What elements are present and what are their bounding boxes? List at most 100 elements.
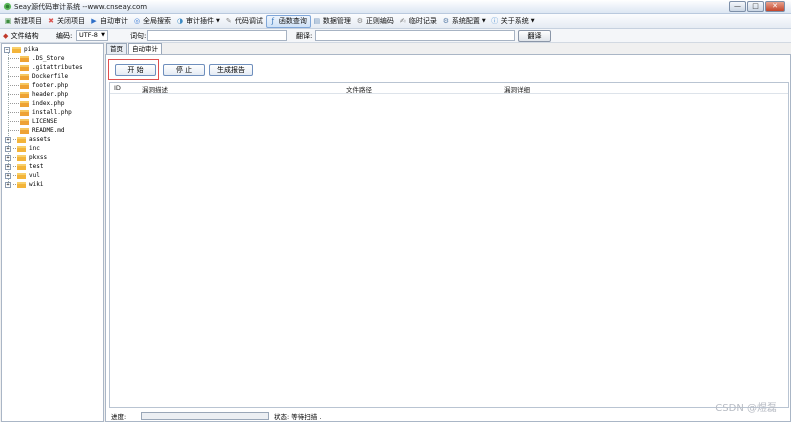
window-title: Seay源代码审计系统 --www.cnseay.com <box>14 3 148 11</box>
column-header-description[interactable]: 漏洞描述 <box>142 84 168 94</box>
menu-item-1[interactable]: ✖ 关闭项目 <box>45 15 88 28</box>
menu-icon: ▣ <box>4 17 12 25</box>
tree-folder[interactable]: + test <box>5 162 44 171</box>
menu-item-6[interactable]: ƒ 函数查询 <box>265 14 311 28</box>
results-table[interactable]: ID 漏洞描述 文件路径 漏洞详细 <box>109 82 789 408</box>
menu-item-5[interactable]: ✎ 代码调试 <box>223 15 266 28</box>
file-icon <box>20 100 29 107</box>
secondary-toolbar: ◆ 文件结构 编码: UTF-8 ▼ 词句: 翻译: 翻译 <box>0 29 791 43</box>
menu-icon: ✍ <box>399 17 406 25</box>
status-text: 状态: 等待扫描 . <box>274 413 322 421</box>
chevron-down-icon: ▼ <box>101 32 105 38</box>
tree-file[interactable]: Dockerfile <box>8 72 68 81</box>
menu-icon: ✖ <box>48 17 54 25</box>
app-icon <box>3 2 12 11</box>
close-window-button[interactable]: ✕ <box>765 1 785 12</box>
collapse-icon[interactable]: − <box>4 46 10 53</box>
start-button[interactable]: 开 始 <box>115 64 156 76</box>
column-header-detail[interactable]: 漏洞详细 <box>504 84 530 94</box>
menu-label: 关于系统 <box>500 17 529 25</box>
encoding-label: 编码: <box>56 32 73 40</box>
menu-item-9[interactable]: ✍ 临时记录 <box>397 15 440 28</box>
tree-file[interactable]: footer.php <box>8 81 68 90</box>
column-header-filepath[interactable]: 文件路径 <box>346 84 372 94</box>
tree-folder[interactable]: + vul <box>5 171 40 180</box>
tree-root[interactable]: − pika <box>4 45 38 54</box>
tree-file[interactable]: header.php <box>8 90 68 99</box>
tree-label: vul <box>29 172 40 179</box>
expand-icon[interactable]: + <box>5 181 11 188</box>
word-input[interactable] <box>147 30 287 41</box>
tree-label: Dockerfile <box>32 73 69 80</box>
file-icon <box>20 64 29 71</box>
expand-icon[interactable]: + <box>5 172 11 179</box>
tree-label: pika <box>24 46 39 53</box>
tree-folder[interactable]: + inc <box>5 144 40 153</box>
progress-label: 进度: <box>111 413 127 421</box>
menu-item-2[interactable]: ▶ 自动审计 <box>88 15 131 28</box>
file-icon <box>20 127 29 134</box>
folder-icon <box>17 172 26 179</box>
menu-label: 临时记录 <box>408 17 437 25</box>
file-icon <box>20 73 29 80</box>
tree-folder[interactable]: + assets <box>5 135 51 144</box>
table-header: ID 漏洞描述 文件路径 漏洞详细 <box>110 83 788 94</box>
minimize-button[interactable]: — <box>729 1 746 12</box>
tree-label: assets <box>29 136 51 143</box>
tree-file[interactable]: .DS_Store <box>8 54 65 63</box>
tree-file[interactable]: install.php <box>8 108 72 117</box>
folder-icon <box>17 163 26 170</box>
tree-file[interactable]: .gitattributes <box>8 63 83 72</box>
menu-icon: ▶ <box>91 17 97 25</box>
menu-label: 正则编码 <box>365 17 394 25</box>
menu-label: 全局搜索 <box>143 17 171 25</box>
file-tree: − pika .DS_Store .gitattributes Dockerfile fo… <box>1 43 104 422</box>
menu-item-11[interactable]: ⓘ 关于系统 ▼ <box>489 15 538 28</box>
tree-label: .gitattributes <box>32 64 83 71</box>
tree-label: pkxss <box>29 154 48 161</box>
encoding-select[interactable]: UTF-8 ▼ <box>76 30 108 41</box>
tree-file[interactable]: index.php <box>8 99 65 108</box>
tree-label: .DS_Store <box>32 55 65 62</box>
file-icon <box>20 91 29 98</box>
tab-0[interactable]: 首页 <box>106 43 127 54</box>
expand-icon[interactable]: + <box>5 145 11 152</box>
menu-item-10[interactable]: ⚙ 系统配置 ▼ <box>440 15 489 28</box>
tab-bar: 首页 自动审计 <box>106 43 163 55</box>
tree-label: test <box>29 163 44 170</box>
tree-folder[interactable]: + pkxss <box>5 153 48 162</box>
translate-button[interactable]: 翻译 <box>518 30 551 42</box>
tree-folder[interactable]: + wiki <box>5 180 43 189</box>
chevron-down-icon: ▼ <box>530 18 535 24</box>
tree-file[interactable]: LICENSE <box>8 117 57 126</box>
menu-icon: ƒ <box>271 17 275 25</box>
maximize-button[interactable]: □ <box>747 1 764 12</box>
expand-icon[interactable]: + <box>5 163 11 170</box>
menu-item-7[interactable]: ▤ 数据管理 <box>311 15 354 28</box>
generate-report-button[interactable]: 生成报告 <box>209 64 253 76</box>
column-header-id[interactable]: ID <box>114 84 121 92</box>
status-bar: 进度: 状态: 等待扫描 . <box>109 411 789 421</box>
menu-icon: ⚙ <box>442 17 449 25</box>
tree-label: index.php <box>32 100 65 107</box>
expand-icon[interactable]: + <box>5 136 11 143</box>
tree-file[interactable]: README.md <box>8 126 65 135</box>
menu-label: 函数查询 <box>278 17 307 25</box>
file-structure-label: ◆ 文件结构 <box>3 32 39 40</box>
menu-label: 自动审计 <box>100 17 128 25</box>
chevron-down-icon: ▼ <box>216 18 220 24</box>
folder-icon <box>17 136 26 143</box>
menu-item-0[interactable]: ▣ 新建项目 <box>2 15 45 28</box>
menu-item-4[interactable]: ◑ 审计插件 ▼ <box>174 15 223 28</box>
translate-input[interactable] <box>315 30 515 41</box>
word-label: 词句: <box>130 32 147 40</box>
menu-label: 审计插件 <box>186 17 214 25</box>
menu-item-8[interactable]: ⚙ 正则编码 <box>354 15 397 28</box>
menu-item-3[interactable]: ◎ 全局搜索 <box>131 15 174 28</box>
stop-button[interactable]: 停 止 <box>163 64 205 76</box>
main-toolbar: ▣ 新建项目 ✖ 关闭项目 ▶ 自动审计 ◎ 全局搜索 ◑ 审计插件 ▼ ✎ 代码调试 ƒ 函数查询 ▤ 数据管… <box>0 14 791 29</box>
file-icon <box>20 55 29 62</box>
file-icon <box>20 118 29 125</box>
expand-icon[interactable]: + <box>5 154 11 161</box>
menu-label: 关闭项目 <box>57 17 85 25</box>
